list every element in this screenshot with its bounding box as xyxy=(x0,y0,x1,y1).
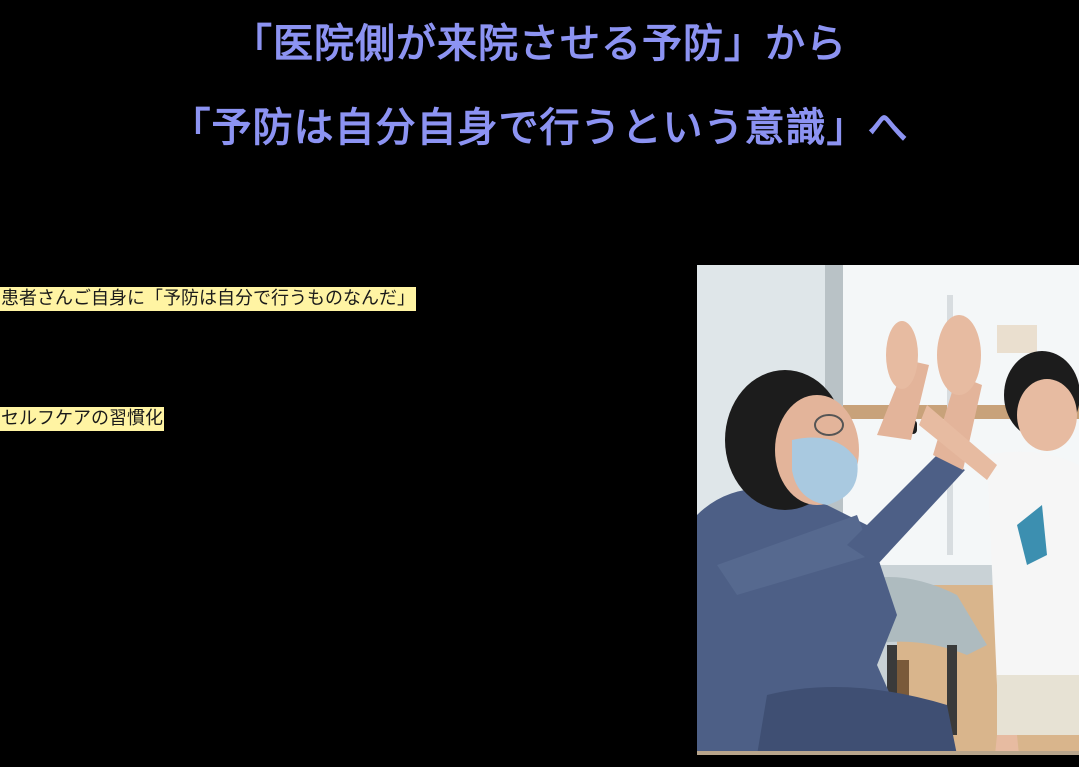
body-line-4 xyxy=(0,344,660,374)
body-line-5 xyxy=(0,374,660,404)
headline-line-2: 「予防は自分自身で行うという意識」へ xyxy=(170,105,909,151)
clinic-photo xyxy=(697,265,1079,755)
body-text: 患者さんご自身に「予防は自分で行うものなんだ」 セルフケアの習慣化 xyxy=(0,254,660,704)
body-line-12 xyxy=(0,614,660,644)
body-line-7 xyxy=(0,434,660,464)
body-line-1 xyxy=(0,254,660,284)
body-line-2: 患者さんご自身に「予防は自分で行うものなんだ」 xyxy=(0,284,660,314)
body-line-6: セルフケアの習慣化 xyxy=(0,404,660,434)
page: 「医院側が来院させる予防」から 「予防は自分自身で行うという意識」へ 患者さんご… xyxy=(0,0,1079,767)
body-line-3 xyxy=(0,314,660,344)
body-line-8 xyxy=(0,464,660,494)
dentist-high-five-image xyxy=(697,265,1079,755)
highlight-self-prevention: 患者さんご自身に「予防は自分で行うものなんだ」 xyxy=(0,287,416,311)
highlight-self-care-habit: セルフケアの習慣化 xyxy=(0,407,164,431)
body-line-10 xyxy=(0,554,660,584)
body-line-14 xyxy=(0,674,660,704)
body-line-11 xyxy=(0,584,660,614)
headline-line-1: 「医院側が来院させる予防」から xyxy=(232,21,847,67)
body-line-13 xyxy=(0,644,660,674)
headline: 「医院側が来院させる予防」から 「予防は自分自身で行うという意識」へ xyxy=(0,2,1079,170)
body-line-9 xyxy=(0,524,660,554)
